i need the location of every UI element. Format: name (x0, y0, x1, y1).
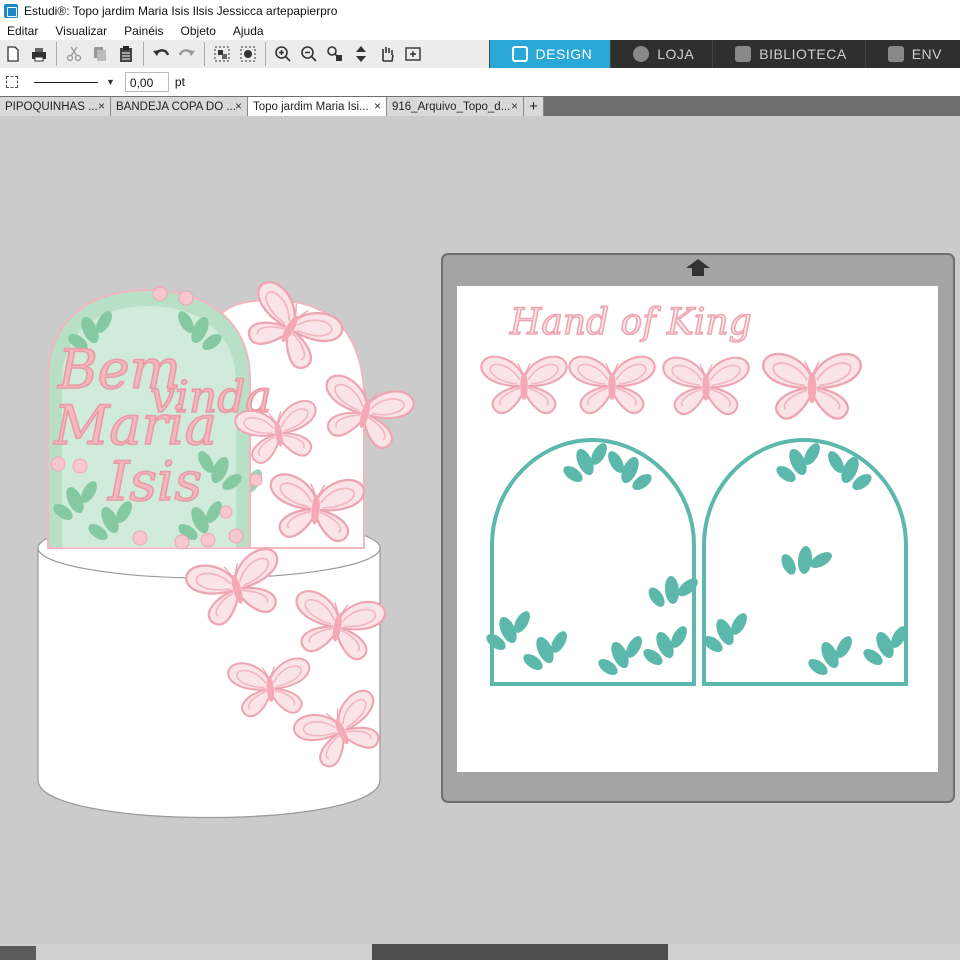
grid-icon (511, 46, 528, 62)
toolbar-separator (143, 42, 144, 66)
toolbar-separator (204, 42, 205, 66)
doc-tab-label: 916_Arquivo_Topo_d... (392, 100, 511, 113)
redo-button[interactable] (174, 41, 200, 67)
zoom-out-button[interactable] (296, 41, 322, 67)
tab-loja-label: LOJA (657, 46, 695, 62)
doc-tab-pipoquinhas[interactable]: PIPOQUINHAS ... × (0, 97, 111, 116)
main-nav-tabs: DESIGN LOJA BIBLIOTECA ENV (488, 40, 960, 68)
line-style-selector[interactable] (34, 81, 98, 83)
undo-icon (153, 49, 170, 56)
line-width-input[interactable]: 0,00 (124, 72, 169, 92)
move-button[interactable] (348, 41, 374, 67)
group-icon (214, 46, 230, 62)
scissors-icon (66, 46, 82, 62)
menu-editar[interactable]: Editar (0, 24, 48, 38)
close-icon[interactable]: × (374, 99, 381, 113)
title-bar: Estudi®: Topo jardim Maria Isis Ilsis Je… (0, 0, 960, 22)
close-icon[interactable]: × (511, 99, 518, 113)
line-width-unit: pt (174, 75, 185, 89)
send-icon (887, 46, 904, 62)
doc-tab-label: PIPOQUINHAS ... (5, 100, 98, 113)
doc-tab-label: BANDEJA COPA DO ... (116, 100, 236, 113)
undo-button[interactable] (148, 41, 174, 67)
pan-button[interactable] (374, 41, 400, 67)
paste-button[interactable] (113, 41, 139, 67)
topper-word-3: Maria (53, 394, 217, 457)
mat-heading: Hand of King (509, 302, 752, 343)
tab-enviar-label: ENV (911, 46, 942, 62)
canvas-artwork: Bem vinda Maria Isis Hand of King (37, 253, 955, 819)
scrollbar-thumb[interactable] (372, 944, 668, 960)
hand-icon (382, 47, 394, 62)
horizontal-scrollbar[interactable] (0, 944, 960, 960)
close-icon[interactable]: × (235, 99, 242, 113)
fit-page-button[interactable] (400, 41, 426, 67)
shop-icon (633, 46, 650, 62)
doc-tab-topo-jardim[interactable]: Topo jardim Maria Isi... × (248, 97, 387, 116)
menu-objeto[interactable]: Objeto (174, 24, 226, 38)
toolbar-separator (56, 42, 57, 66)
cut-button[interactable] (61, 41, 87, 67)
document-tabs: PIPOQUINHAS ... × BANDEJA COPA DO ... × To… (0, 96, 960, 116)
menu-visualizar[interactable]: Visualizar (48, 24, 117, 38)
new-file-button[interactable] (0, 41, 26, 67)
zoom-out-icon (301, 46, 317, 62)
zoom-select-icon (327, 46, 342, 61)
clipboard-icon (120, 46, 132, 62)
tab-biblioteca-label: BIBLIOTECA (759, 46, 847, 62)
window-title: Estudi®: Topo jardim Maria Isis Ilsis Je… (24, 4, 338, 18)
line-style-icon (6, 76, 18, 88)
cutting-mat: Hand of King (441, 253, 955, 803)
copy-button[interactable] (87, 41, 113, 67)
menu-ajuda[interactable]: Ajuda (226, 24, 274, 38)
menu-paineis[interactable]: Painéis (117, 24, 173, 38)
zoom-select-button[interactable] (322, 41, 348, 67)
doc-tab-916-arquivo[interactable]: 916_Arquivo_Topo_d... × (387, 97, 524, 116)
tab-design[interactable]: DESIGN (488, 40, 611, 68)
group-button[interactable] (209, 41, 235, 67)
library-icon (735, 46, 752, 62)
redo-icon (178, 49, 195, 56)
print-button[interactable] (26, 41, 52, 67)
tab-design-label: DESIGN (535, 46, 593, 62)
new-tab-button[interactable]: + (524, 97, 544, 116)
doc-tab-label: Topo jardim Maria Isi... (253, 100, 369, 113)
dropdown-caret-icon[interactable]: ▼ (106, 77, 115, 87)
tab-loja[interactable]: LOJA (610, 40, 713, 68)
zoom-in-button[interactable] (270, 41, 296, 67)
design-canvas[interactable]: Bem vinda Maria Isis Hand of King (0, 116, 960, 944)
topper-word-4: Isis (107, 450, 202, 513)
close-icon[interactable]: × (98, 99, 105, 113)
new-file-icon (7, 46, 19, 62)
fit-page-icon (405, 47, 421, 61)
app-icon (4, 4, 18, 18)
move-arrows-icon (356, 46, 366, 62)
ungroup-icon (240, 46, 256, 62)
zoom-in-icon (275, 46, 291, 62)
copy-icon (94, 47, 106, 61)
menu-bar: Editar Visualizar Painéis Objeto Ajuda (0, 22, 960, 40)
toolbar-separator (265, 42, 266, 66)
tab-biblioteca[interactable]: BIBLIOTECA (712, 40, 865, 68)
plus-icon: + (529, 98, 538, 115)
status-box (0, 946, 36, 960)
doc-tab-bandeja[interactable]: BANDEJA COPA DO ... × (111, 97, 248, 116)
line-settings-bar: ▼ 0,00 pt (0, 68, 960, 96)
cake-base (37, 517, 381, 819)
tab-enviar[interactable]: ENV (864, 40, 960, 68)
print-icon (32, 48, 46, 62)
ungroup-button[interactable] (235, 41, 261, 67)
mat-cutting-area (457, 286, 938, 772)
